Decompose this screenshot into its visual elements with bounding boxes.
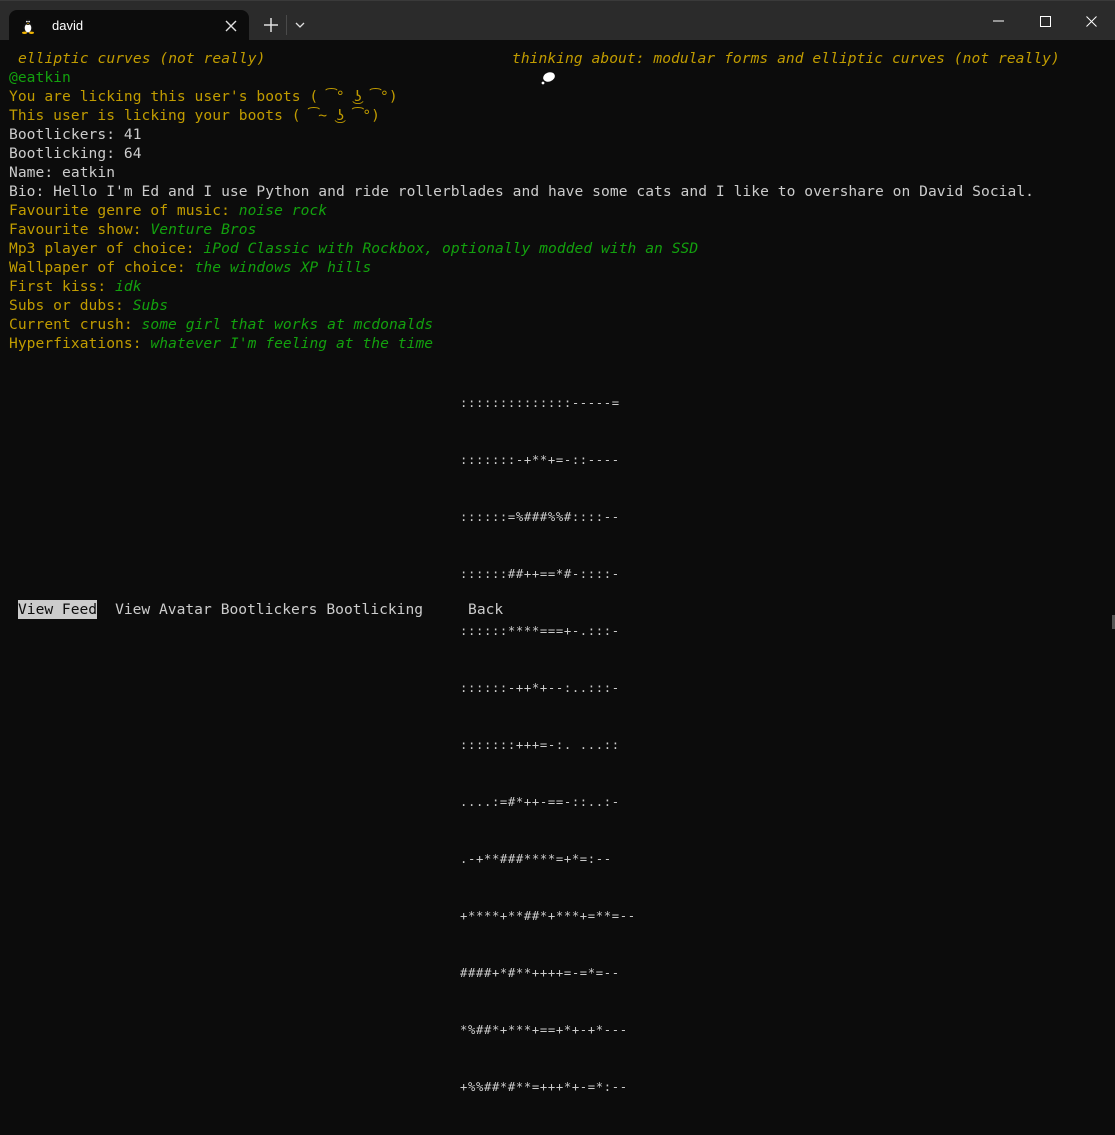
field-value: Subs xyxy=(132,297,169,314)
ascii-row: ::::::::::::::-----= xyxy=(460,396,620,410)
title-bar: david xyxy=(0,0,1115,41)
profile-name: Name: eatkin xyxy=(9,164,116,181)
tab-title: david xyxy=(52,18,84,33)
plus-icon xyxy=(264,18,278,32)
chevron-down-icon xyxy=(295,22,305,28)
field-label: Current crush: xyxy=(9,316,142,333)
field-label: Subs or dubs: xyxy=(9,297,133,314)
profile-field: Hyperfixations: whatever I'm feeling at … xyxy=(9,334,433,353)
user-licking-status: This user is licking your boots ( ͡~ ͜ʖ … xyxy=(9,107,380,124)
field-label: Mp3 player of choice: xyxy=(9,240,204,257)
ascii-row: .-+**###****=+*=:-- xyxy=(460,852,612,866)
profile-field: First kiss: idk xyxy=(9,277,142,296)
user-handle: @eatkin xyxy=(9,69,71,86)
ascii-row: *%##*+***+==+*+-+*--- xyxy=(460,1023,628,1037)
field-value: idk xyxy=(115,278,142,295)
menu-item-view-feed[interactable]: View Feed xyxy=(18,600,98,619)
field-value: some girl that works at mcdonalds xyxy=(141,316,434,333)
tab-dropdown-button[interactable] xyxy=(290,12,310,38)
profile-field: Current crush: some girl that works at m… xyxy=(9,315,433,334)
window-close-button[interactable] xyxy=(1068,1,1114,41)
ascii-row: ::::::##++==*#-::::- xyxy=(460,567,620,581)
minimize-button[interactable] xyxy=(975,1,1021,41)
bootlicking-count: Bootlicking: 64 xyxy=(9,145,142,162)
ascii-row: +****+**##*+***+=**=-- xyxy=(460,909,636,923)
field-value: Venture Bros xyxy=(150,221,257,238)
tab-separator xyxy=(286,15,287,35)
field-value: iPod Classic with Rockbox, optionally mo… xyxy=(203,240,699,257)
ascii-row: :::::::+++=-:. ...:: xyxy=(460,738,620,752)
field-label: Hyperfixations: xyxy=(9,335,151,352)
tab-close-button[interactable] xyxy=(217,12,245,40)
thinking-about-text: thinking about: modular forms and ellipt… xyxy=(512,50,1060,67)
linux-penguin-icon xyxy=(18,16,38,36)
profile-field: Mp3 player of choice: iPod Classic with … xyxy=(9,239,698,258)
menu-item-view-avatar[interactable]: View Avatar xyxy=(115,600,212,619)
field-label: Favourite show: xyxy=(9,221,151,238)
field-value: noise rock xyxy=(238,202,328,219)
bottom-menu: View Feed View Avatar Bootlickers Bootli… xyxy=(18,600,503,619)
thinking-status: thinking about: modular forms and ellipt… xyxy=(487,49,1060,84)
maximize-button[interactable] xyxy=(1022,1,1068,41)
ascii-row: ::::::-++*+--:..:::- xyxy=(460,681,620,695)
profile-bio: Bio: Hello I'm Ed and I use Python and r… xyxy=(9,183,1034,200)
field-value: the windows XP hills xyxy=(194,259,372,276)
close-icon xyxy=(225,20,237,31)
profile-field: Subs or dubs: Subs xyxy=(9,296,168,315)
ascii-row: +%%##*#**=+++*+-=*:-- xyxy=(460,1080,628,1094)
minimize-icon xyxy=(992,20,1004,22)
profile-field: Favourite show: Venture Bros xyxy=(9,220,256,239)
menu-item-bootlickers[interactable]: Bootlickers xyxy=(221,600,318,619)
ascii-row: ::::::=%###%%#::::-- xyxy=(460,510,620,524)
field-label: Wallpaper of choice: xyxy=(9,259,195,276)
status-text: elliptic curves (not really) xyxy=(18,50,266,67)
terminal-content[interactable]: elliptic curves (not really) thinking ab… xyxy=(0,40,1115,1094)
avatar-ascii-art: ::::::::::::::-----= :::::::-+**+=-::---… xyxy=(460,356,636,1135)
close-icon xyxy=(1085,15,1097,27)
ascii-row: ....:=#*++-==-::..:- xyxy=(460,795,620,809)
thought-bubble-icon xyxy=(487,51,555,84)
profile-field: Favourite genre of music: noise rock xyxy=(9,201,327,220)
field-label: Favourite genre of music: xyxy=(9,202,239,219)
menu-item-bootlicking[interactable]: Bootlicking xyxy=(326,600,423,619)
you-licking-status: You are licking this user's boots ( ͡° ͜… xyxy=(9,88,398,105)
ascii-row: ####+*#**++++=-=*=-- xyxy=(460,966,620,980)
maximize-icon xyxy=(1039,15,1051,27)
ascii-row: ::::::****===+-.:::- xyxy=(460,624,620,638)
menu-item-back[interactable]: Back xyxy=(468,600,503,619)
profile-field: Wallpaper of choice: the windows XP hill… xyxy=(9,258,371,277)
new-tab-button[interactable] xyxy=(258,12,284,38)
field-label: First kiss: xyxy=(9,278,116,295)
bootlickers-count: Bootlickers: 41 xyxy=(9,126,142,143)
ascii-row: :::::::-+**+=-::---- xyxy=(460,453,620,467)
tab-david[interactable]: david xyxy=(9,10,249,41)
field-value: whatever I'm feeling at the time xyxy=(150,335,434,352)
